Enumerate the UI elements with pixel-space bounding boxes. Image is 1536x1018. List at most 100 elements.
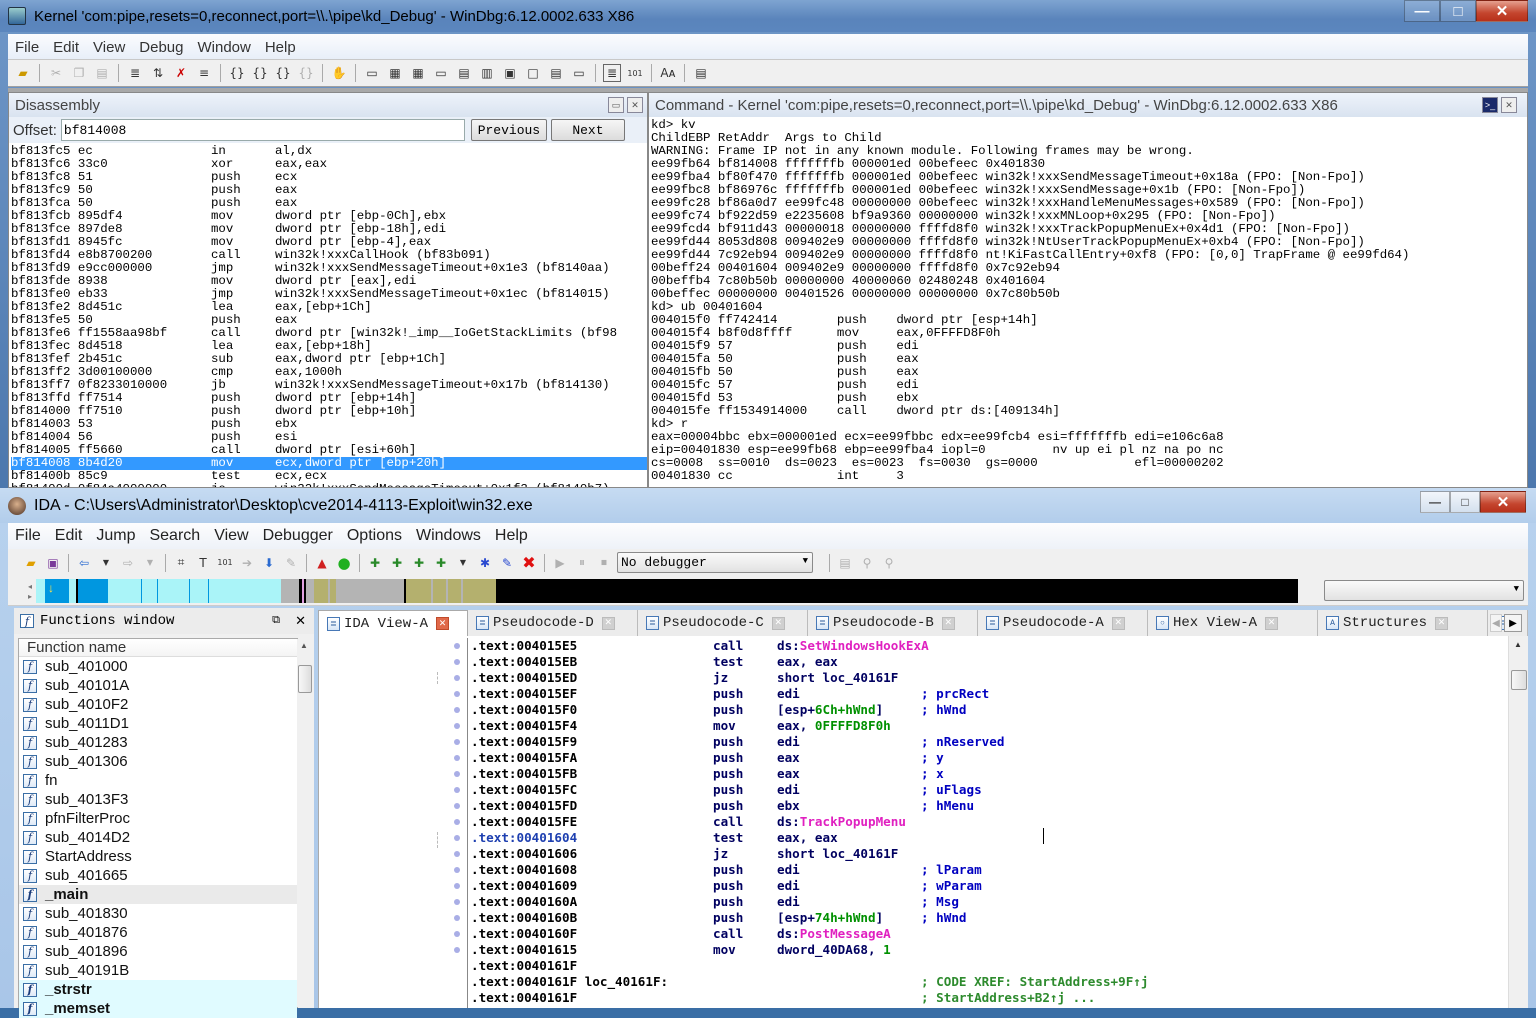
source-mode-icon[interactable]: ≣ — [603, 64, 621, 82]
disassembly-row[interactable]: bf814003 53 push ebx — [11, 418, 647, 431]
code-line[interactable]: .text:00401615 mov dword_40DA68, 1 — [454, 942, 1508, 958]
menu-view[interactable]: View — [86, 39, 132, 56]
menu-debugger[interactable]: Debugger — [256, 527, 340, 545]
disassembly-row[interactable]: bf81400d 0f84a4000000jewin32k!xxxSendMes… — [11, 483, 647, 488]
disassembly-row[interactable]: bf813fc8 51 push ecx — [11, 171, 647, 184]
function-list-item[interactable]: f sub_4011D1 — [19, 714, 297, 733]
disassembly-code[interactable]: .text:004015E5 call ds:SetWindowsHookExA .t… — [454, 638, 1508, 1008]
function-list-item[interactable]: f sub_401876 — [19, 923, 297, 942]
rename-icon[interactable]: ✎ — [498, 554, 516, 572]
tabs-scroll-right-icon[interactable]: ▶ — [1504, 614, 1522, 632]
breakpoint-dot-icon[interactable] — [454, 819, 460, 825]
tab-close-icon[interactable]: ✕ — [436, 617, 450, 630]
code-line[interactable]: .text:0040161F — [468, 958, 1508, 974]
code-line[interactable]: .text:004015ED jz short loc_40161F — [454, 670, 1508, 686]
function-list-item[interactable]: f _strstr — [19, 980, 297, 999]
breakpoint-dot-icon[interactable] — [454, 675, 460, 681]
tab-close-icon[interactable]: ✕ — [1111, 616, 1125, 630]
menu-search[interactable]: Search — [142, 527, 207, 545]
breakpoint-dot-icon[interactable] — [454, 835, 460, 841]
breakpoint-dot-icon[interactable] — [454, 691, 460, 697]
scroll-up-icon[interactable]: ▲ — [1514, 640, 1522, 649]
menu-edit[interactable]: Edit — [46, 39, 86, 56]
font-icon[interactable]: Aᴀ — [659, 64, 677, 82]
debugger-options-icon[interactable]: ▤ — [836, 554, 854, 572]
tab-pseudocode-a[interactable]: ≣ Pseudocode-A ✕ — [978, 610, 1148, 636]
function-list-item[interactable]: f sub_4014D2 — [19, 828, 297, 847]
menu-help[interactable]: Help — [488, 527, 535, 545]
scroll-up-icon[interactable]: ▲ — [300, 641, 308, 650]
code-line[interactable]: .text:00401604 test eax, eax — [454, 830, 1508, 846]
pane-close-icon[interactable]: ✕ — [1501, 97, 1517, 113]
tab-pseudocode-d[interactable]: ≣ Pseudocode-D ✕ — [468, 610, 638, 636]
options-icon[interactable]: ▤ — [692, 64, 710, 82]
breakpoint-dot-icon[interactable] — [454, 931, 460, 937]
function-list-item[interactable]: f sub_401306 — [19, 752, 297, 771]
delete-breakpoint-icon[interactable]: ⚲ — [880, 554, 898, 572]
nav-right-arrow-icon[interactable]: ▸ — [28, 592, 32, 601]
menu-options[interactable]: Options — [340, 527, 409, 545]
forward-dropdown-icon[interactable]: ▼ — [141, 554, 159, 572]
search-binary-icon[interactable]: 101 — [216, 554, 234, 572]
navigation-band[interactable]: ↓ — [36, 579, 1298, 603]
maximize-button[interactable]: □ — [1440, 0, 1476, 22]
code-line[interactable]: .text:004015FE call ds:TrackPopupMenu — [454, 814, 1508, 830]
dock-icon[interactable]: ▭ — [608, 97, 624, 113]
code-line[interactable]: .text:004015F4 mov eax, 0FFFFD8F0h — [454, 718, 1508, 734]
registers-icon[interactable]: ▭ — [432, 64, 450, 82]
break-icon[interactable]: ≡ — [195, 64, 213, 82]
hand-icon[interactable]: ✋ — [330, 64, 348, 82]
scrollbar-thumb[interactable] — [1511, 670, 1527, 690]
code-line[interactable]: .text:00401606 jz short loc_40161F — [454, 846, 1508, 862]
function-list-item[interactable]: f sub_4010F2 — [19, 695, 297, 714]
function-list-item[interactable]: f sub_401896 — [19, 942, 297, 961]
pane-close-icon[interactable]: ✕ — [627, 97, 643, 113]
previous-button[interactable]: Previous — [470, 119, 547, 141]
tab-close-icon[interactable]: ✕ — [771, 616, 785, 630]
code-line[interactable]: .text:004015F9 push edi ; nReserved — [454, 734, 1508, 750]
code-line[interactable]: .text:004015EF push edi ; prcRect — [454, 686, 1508, 702]
call-stack-icon[interactable]: ▥ — [478, 64, 496, 82]
close-icon[interactable]: ✕ — [295, 614, 306, 629]
breakpoint-dot-icon[interactable] — [454, 755, 460, 761]
menu-file[interactable]: File — [8, 39, 46, 56]
back-icon[interactable]: ⇦ — [75, 554, 93, 572]
tab-close-icon[interactable]: ✕ — [601, 616, 615, 630]
code-line[interactable]: .text:004015FC push edi ; uFlags — [454, 782, 1508, 798]
breakpoint-dot-icon[interactable] — [454, 723, 460, 729]
code-line[interactable]: .text:0040161F loc_40161F: ; CODE XREF: S… — [468, 974, 1508, 990]
disassembly-icon[interactable]: ▣ — [501, 64, 519, 82]
disassembly-row[interactable]: bf813fc6 33c0 xor eax,eax — [11, 158, 647, 171]
next-button[interactable]: Next — [550, 119, 625, 141]
tab-pseudocode-b[interactable]: ≣ Pseudocode-B ✕ — [808, 610, 978, 636]
breakpoint-dot-icon[interactable] — [454, 883, 460, 889]
run-indicator-icon[interactable]: ● — [335, 554, 353, 572]
debugger-select[interactable]: No debugger ▼ — [617, 552, 813, 573]
step-out-icon[interactable]: {} — [274, 64, 292, 82]
tab-ida-view-a[interactable]: ≣ IDA View-A ✕ — [318, 610, 468, 636]
function-list-item[interactable]: f pfnFilterProc — [19, 809, 297, 828]
watch-icon[interactable]: ▦ — [386, 64, 404, 82]
ida-view-scrollbar[interactable]: ▲ — [1508, 636, 1528, 1008]
jump-down-icon[interactable]: ⬇ — [260, 554, 278, 572]
stop-debugging-icon[interactable]: ✗ — [172, 64, 190, 82]
search-next-icon[interactable]: ➔ — [238, 554, 256, 572]
restart-icon[interactable]: ⇅ — [149, 64, 167, 82]
function-list-item[interactable]: f _main — [19, 885, 297, 904]
menu-file[interactable]: File — [8, 527, 48, 545]
function-list-item[interactable]: f sub_40191B — [19, 961, 297, 980]
function-list-item[interactable]: f sub_4013F3 — [19, 790, 297, 809]
float-window-icon[interactable]: ⧉ — [272, 615, 280, 627]
cut-icon[interactable]: ✂ — [47, 64, 65, 82]
make-data-icon[interactable]: ✚ — [388, 554, 406, 572]
make-ascii-icon[interactable]: ✚ — [410, 554, 428, 572]
make-struct-icon[interactable]: ✚ — [432, 554, 450, 572]
back-dropdown-icon[interactable]: ▼ — [97, 554, 115, 572]
code-line[interactable]: .text:004015FD push ebx ; hMenu — [454, 798, 1508, 814]
menu-window[interactable]: Window — [190, 39, 257, 56]
breakpoint-dot-icon[interactable] — [454, 659, 460, 665]
tab-close-icon[interactable]: ✕ — [1265, 616, 1279, 630]
code-line[interactable]: .text:00401609 push edi ; wParam — [454, 878, 1508, 894]
menu-debug[interactable]: Debug — [132, 39, 190, 56]
disassembly-row[interactable]: bf813fe2 8d451c lea eax,[ebp+1Ch] — [11, 301, 647, 314]
